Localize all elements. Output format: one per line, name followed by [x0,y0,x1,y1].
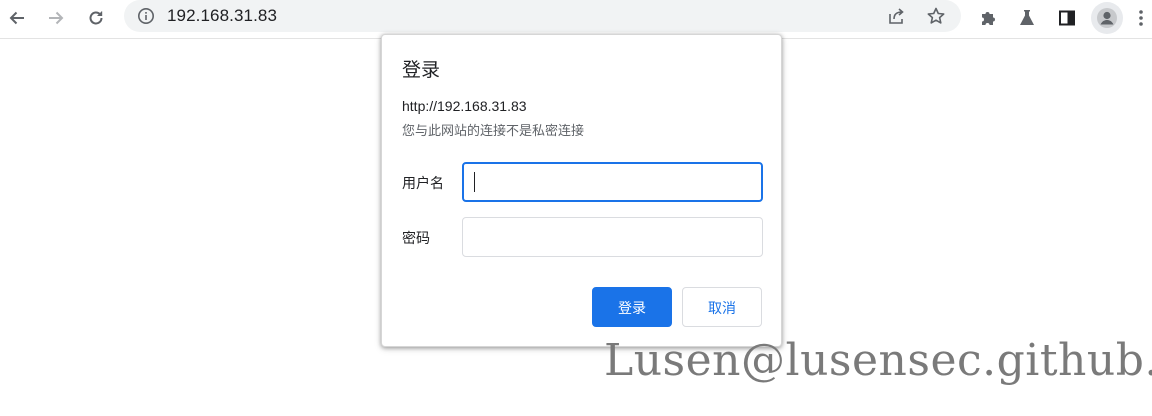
kebab-menu-icon [1138,8,1144,28]
dialog-url: http://192.168.31.83 [402,98,527,114]
login-button[interactable]: 登录 [592,287,672,327]
arrow-left-icon [7,8,27,28]
arrow-right-icon [46,8,66,28]
password-input[interactable] [462,217,763,257]
cancel-button[interactable]: 取消 [682,287,762,327]
info-icon[interactable] [136,6,156,26]
connection-warning: 您与此网站的连接不是私密连接 [402,123,585,138]
reload-button[interactable] [80,2,112,34]
star-icon[interactable] [924,4,948,28]
text-caret [474,172,475,192]
reload-icon [86,8,106,28]
menu-button[interactable] [1131,2,1151,34]
forward-button[interactable] [40,2,72,34]
extensions-button[interactable] [972,2,1004,34]
password-label: 密码 [402,230,430,246]
username-input[interactable] [462,162,763,202]
address-url[interactable]: 192.168.31.83 [167,6,277,26]
watermark-text: Lusen@lusensec.github.io [604,335,1152,386]
labs-button[interactable] [1011,2,1043,34]
profile-button[interactable] [1091,2,1123,34]
side-panel-button[interactable] [1051,2,1083,34]
flask-icon [1017,8,1037,28]
username-label: 用户名 [402,175,444,191]
puzzle-icon [978,8,998,28]
share-icon[interactable] [884,4,908,28]
login-dialog: 登录 http://192.168.31.83 您与此网站的连接不是私密连接 用… [381,34,782,347]
back-button[interactable] [1,2,33,34]
address-bar[interactable]: 192.168.31.83 [124,0,961,32]
side-panel-icon [1057,8,1077,28]
avatar-icon [1096,7,1118,29]
dialog-title: 登录 [402,60,441,81]
